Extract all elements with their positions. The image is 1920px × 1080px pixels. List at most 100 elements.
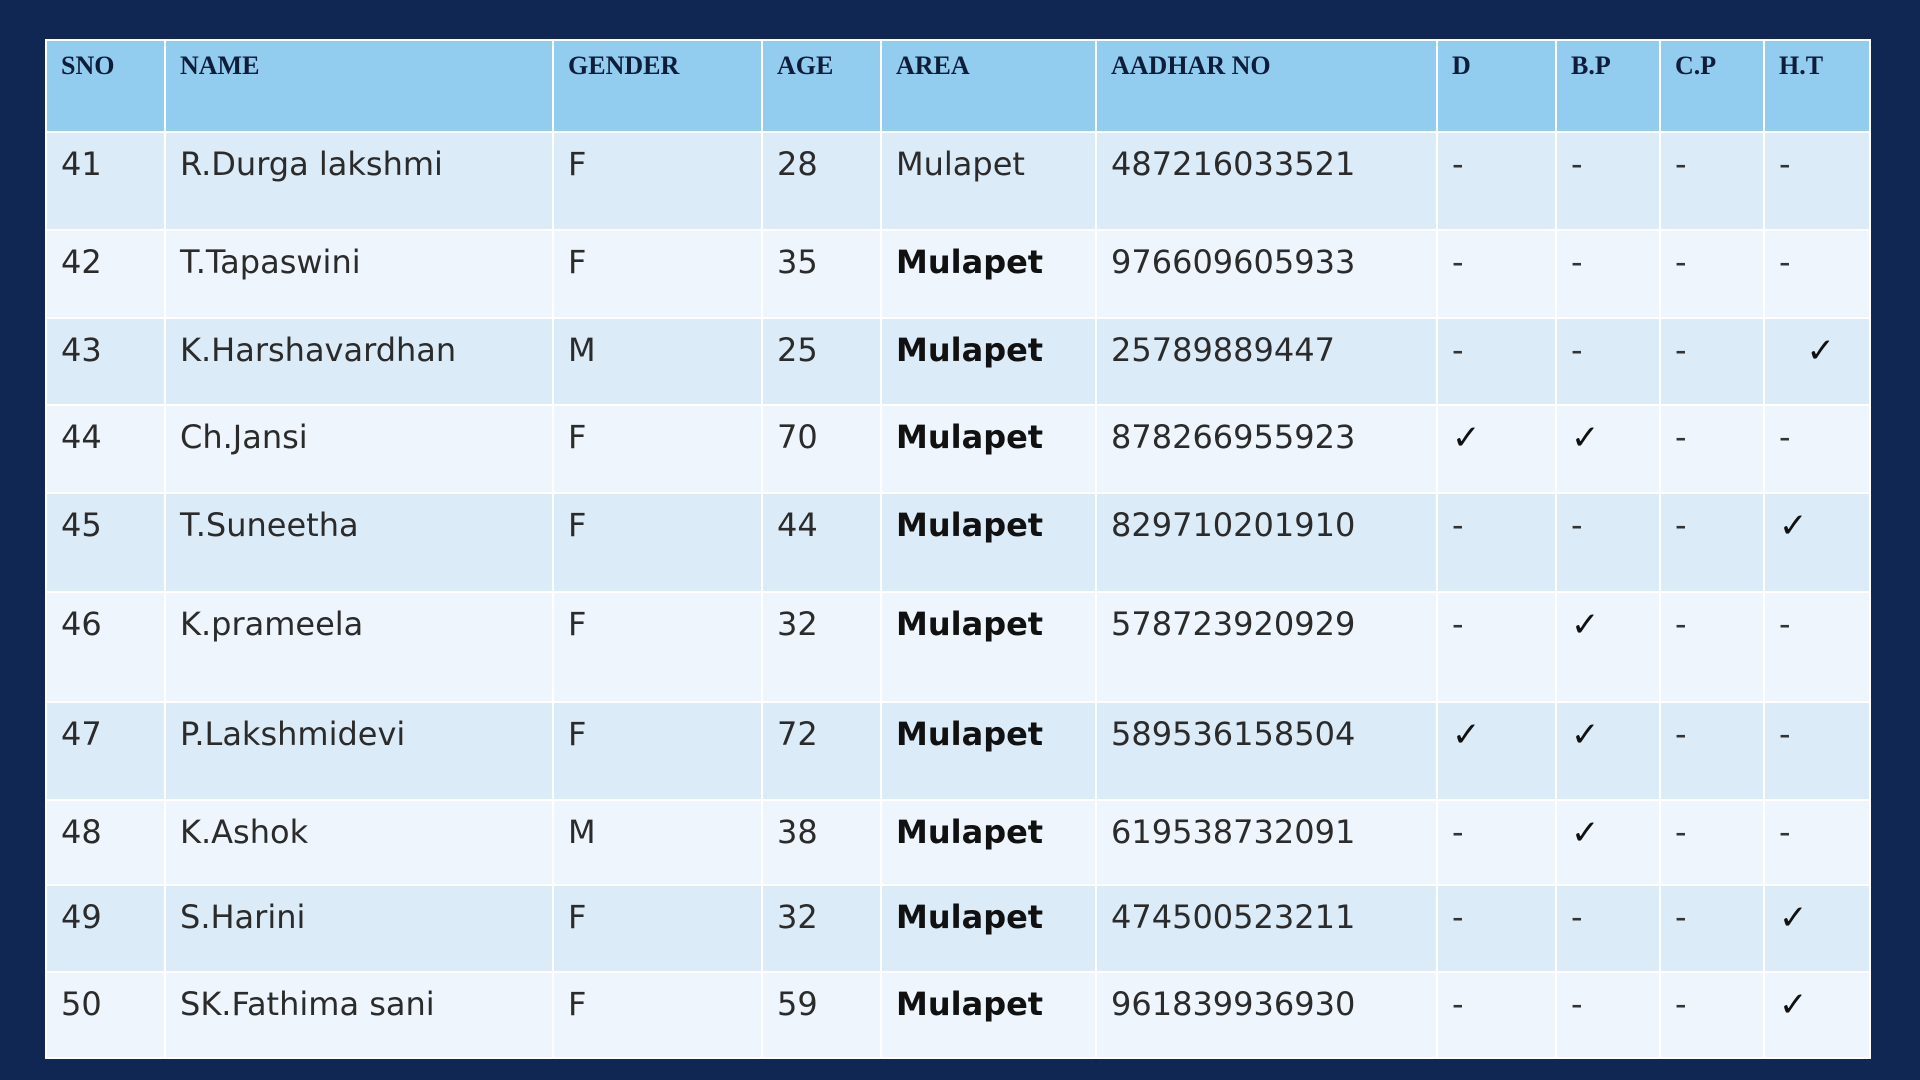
table-header-row: SNO NAME GENDER AGE AREA AADHAR NO D B.P… (45, 39, 1871, 133)
cell-area: Mulapet (880, 701, 1097, 801)
cell-bp: ✓ (1555, 591, 1661, 703)
cell-age: 59 (761, 971, 882, 1059)
cell-d: - (1436, 492, 1557, 593)
cell-name: SK.Fathima sani (164, 971, 554, 1059)
header-aadhar-no: AADHAR NO (1095, 39, 1438, 133)
cell-bp: - (1555, 884, 1661, 973)
cell-aadhar-no: 878266955923 (1095, 404, 1438, 494)
cell-bp: - (1555, 492, 1661, 593)
cell-bp: - (1555, 971, 1661, 1059)
cell-bp: ✓ (1555, 404, 1661, 494)
cell-sno: 43 (45, 317, 166, 406)
cell-aadhar-no: 619538732091 (1095, 799, 1438, 886)
cell-area: Mulapet (880, 229, 1097, 319)
cell-gender: M (552, 317, 763, 406)
header-d: D (1436, 39, 1557, 133)
table-row: 43 K.Harshavardhan M 25 Mulapet 25789889447- -… (45, 317, 1871, 406)
cell-age: 25 (761, 317, 882, 406)
cell-aadhar-no: 829710201910 (1095, 492, 1438, 593)
cell-area: Mulapet (880, 799, 1097, 886)
cell-gender: F (552, 404, 763, 494)
cell-name: K.Ashok (164, 799, 554, 886)
cell-name: S.Harini (164, 884, 554, 973)
cell-area: Mulapet (880, 317, 1097, 406)
cell-sno: 45 (45, 492, 166, 593)
cell-ht: ✓ (1763, 884, 1871, 973)
cell-gender: F (552, 229, 763, 319)
cell-ht: - (1763, 701, 1871, 801)
cell-d: - (1436, 131, 1557, 231)
cell-d: - (1436, 591, 1557, 703)
cell-gender: F (552, 591, 763, 703)
table-row: 45 T.Suneetha F 44 Mulapet 829710201910- - - ✓ (45, 492, 1871, 593)
cell-gender: F (552, 131, 763, 231)
cell-cp: - (1659, 799, 1765, 886)
cell-ht: ✓ (1763, 971, 1871, 1059)
table-row: 42 T.Tapaswini F 35 Mulapet 976609605933- - - - (45, 229, 1871, 319)
cell-age: 32 (761, 591, 882, 703)
cell-cp: - (1659, 492, 1765, 593)
header-ht: H.T (1763, 39, 1871, 133)
cell-sno: 50 (45, 971, 166, 1059)
cell-gender: F (552, 884, 763, 973)
cell-cp: - (1659, 971, 1765, 1059)
table-row: 48 K.Ashok M 38 Mulapet 619538732091- ✓ - - (45, 799, 1871, 886)
cell-cp: - (1659, 701, 1765, 801)
cell-area: Mulapet (880, 971, 1097, 1059)
cell-sno: 41 (45, 131, 166, 231)
cell-name: K.prameela (164, 591, 554, 703)
cell-aadhar-no: 474500523211 (1095, 884, 1438, 973)
cell-cp: - (1659, 884, 1765, 973)
cell-bp: - (1555, 317, 1661, 406)
cell-area: Mulapet (880, 492, 1097, 593)
cell-sno: 46 (45, 591, 166, 703)
cell-sno: 47 (45, 701, 166, 801)
table-body: 41 R.Durga lakshmi F 28 Mulapet 487216033521-… (45, 131, 1871, 1059)
cell-d: - (1436, 884, 1557, 973)
table-row: 44 Ch.Jansi F 70 Mulapet 878266955923 ✓ ✓ - - (45, 404, 1871, 494)
header-age: AGE (761, 39, 882, 133)
cell-age: 44 (761, 492, 882, 593)
cell-d: - (1436, 971, 1557, 1059)
cell-aadhar-no: 589536158504 (1095, 701, 1438, 801)
cell-d: - (1436, 799, 1557, 886)
cell-ht: - (1763, 799, 1871, 886)
table-row: 41 R.Durga lakshmi F 28 Mulapet 487216033521-… (45, 131, 1871, 231)
cell-age: 32 (761, 884, 882, 973)
cell-gender: F (552, 701, 763, 801)
cell-ht: - (1763, 131, 1871, 231)
header-name: NAME (164, 39, 554, 133)
header-area: AREA (880, 39, 1097, 133)
cell-cp: - (1659, 591, 1765, 703)
cell-ht: - (1763, 229, 1871, 319)
cell-ht: - (1763, 404, 1871, 494)
cell-cp: - (1659, 404, 1765, 494)
cell-bp: - (1555, 229, 1661, 319)
cell-sno: 44 (45, 404, 166, 494)
table-row: 49 S.Harini F 32 Mulapet 474500523211- - - ✓ (45, 884, 1871, 973)
cell-age: 35 (761, 229, 882, 319)
cell-ht: - (1763, 591, 1871, 703)
cell-ht: ✓ (1763, 492, 1871, 593)
cell-d: ✓ (1436, 404, 1557, 494)
cell-area: Mulapet (880, 591, 1097, 703)
cell-area: Mulapet (880, 884, 1097, 973)
cell-name: P.Lakshmidevi (164, 701, 554, 801)
cell-age: 38 (761, 799, 882, 886)
cell-sno: 42 (45, 229, 166, 319)
cell-area: Mulapet (880, 131, 1097, 231)
cell-name: T.Tapaswini (164, 229, 554, 319)
header-bp: B.P (1555, 39, 1661, 133)
cell-bp: - (1555, 131, 1661, 231)
cell-cp: - (1659, 317, 1765, 406)
cell-d: - (1436, 317, 1557, 406)
cell-age: 28 (761, 131, 882, 231)
cell-cp: - (1659, 131, 1765, 231)
cell-name: T.Suneetha (164, 492, 554, 593)
patient-table: SNO NAME GENDER AGE AREA AADHAR NO D B.P… (45, 39, 1871, 1059)
cell-d: ✓ (1436, 701, 1557, 801)
cell-aadhar-no: 25789889447 (1095, 317, 1438, 406)
cell-age: 70 (761, 404, 882, 494)
cell-name: R.Durga lakshmi (164, 131, 554, 231)
cell-name: Ch.Jansi (164, 404, 554, 494)
